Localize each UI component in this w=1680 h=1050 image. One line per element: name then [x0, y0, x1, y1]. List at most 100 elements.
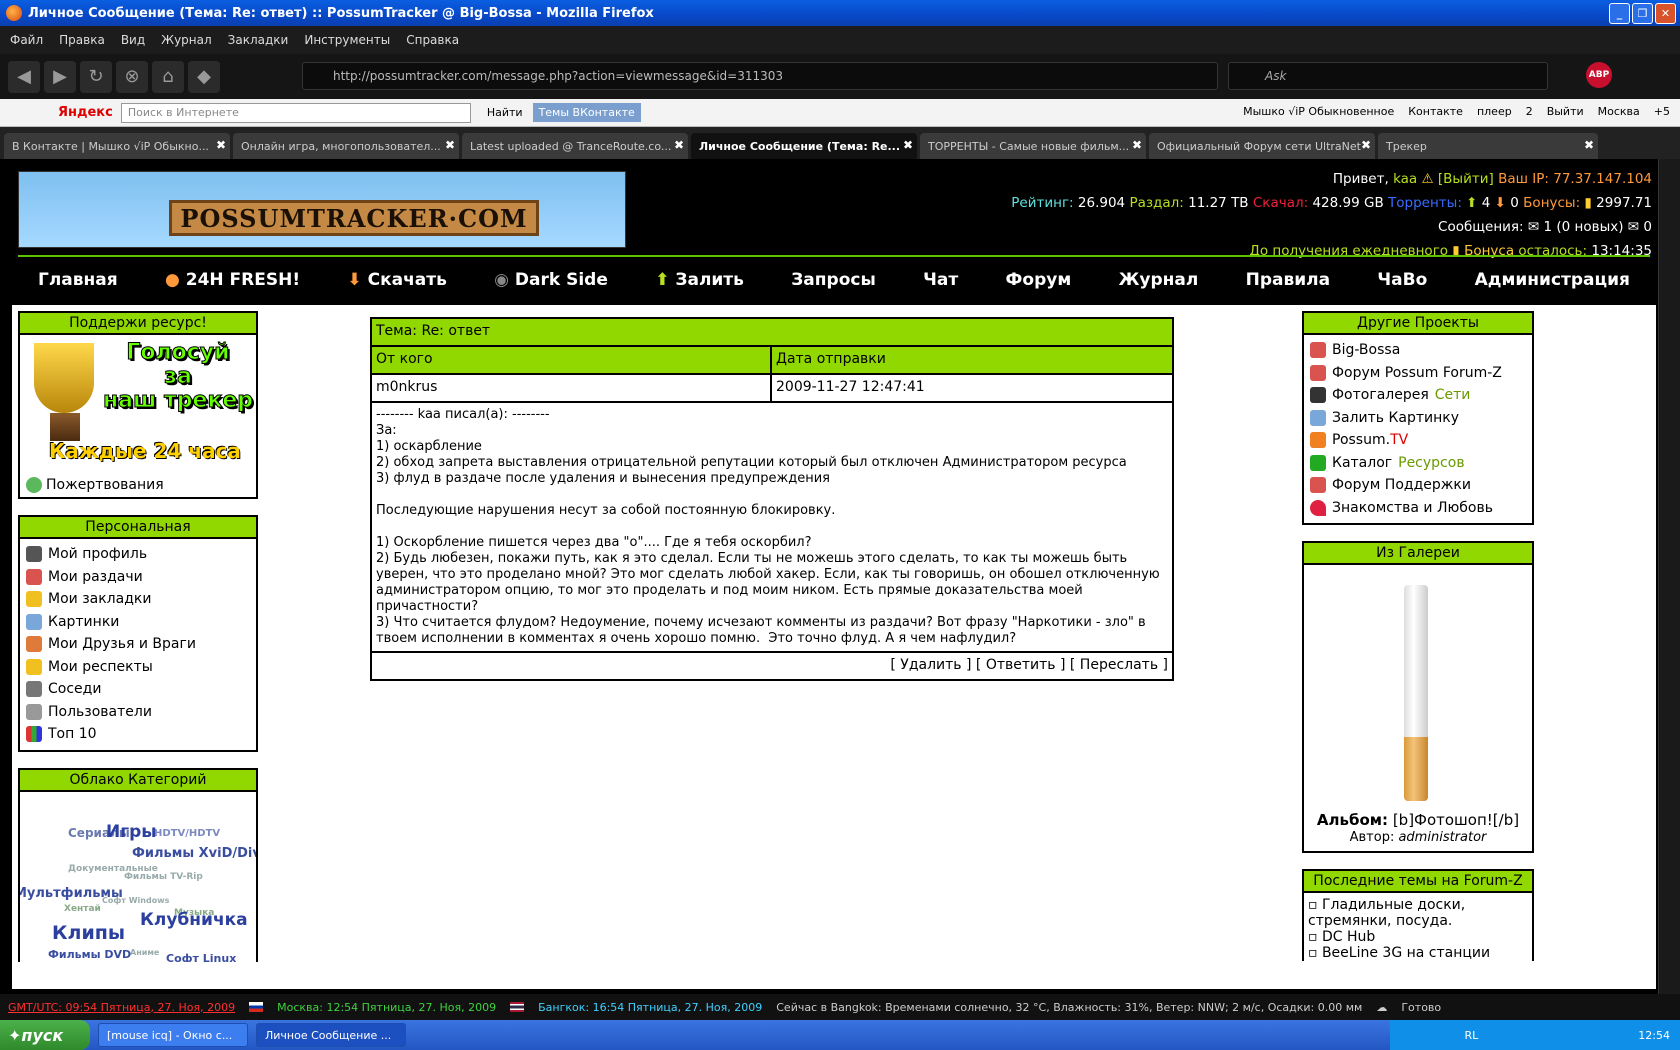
- menu-edit[interactable]: Правка: [59, 33, 105, 47]
- inbox-icon[interactable]: ✉: [1528, 219, 1539, 235]
- tab-ultranet-forum[interactable]: Официальный Форум сети UltraNet ✖: [1149, 133, 1375, 159]
- tag-dvd[interactable]: Фильмы DVD: [48, 948, 131, 961]
- menu-bookmarks[interactable]: Закладки: [228, 33, 289, 47]
- gmt-clock[interactable]: GMT/UTC: 09:54 Пятница, 27. Ноя, 2009: [8, 1001, 235, 1014]
- stop-icon[interactable]: ⊗: [116, 60, 148, 93]
- vk-user-link[interactable]: Мышко √iP Обыкновенное: [1243, 105, 1394, 118]
- close-icon[interactable]: ✖: [1132, 138, 1142, 152]
- menu-my-bookmarks[interactable]: Мои закладки: [20, 588, 256, 611]
- menu-view[interactable]: Вид: [121, 33, 145, 47]
- adblock-icon[interactable]: ABP: [1586, 62, 1612, 88]
- menu-history[interactable]: Журнал: [161, 33, 212, 47]
- language-indicator[interactable]: RL: [1465, 1029, 1479, 1042]
- username-link[interactable]: kaa: [1393, 171, 1417, 187]
- menu-requests[interactable]: Запросы: [791, 270, 876, 290]
- menu-download[interactable]: ⬇ Скачать: [347, 270, 446, 290]
- close-icon[interactable]: ✖: [674, 138, 684, 152]
- reload-icon[interactable]: ↻: [80, 60, 112, 93]
- tag-strawberry[interactable]: Клубничка: [140, 910, 248, 930]
- tag-linux[interactable]: Софт Linux: [166, 952, 236, 962]
- menu-chat[interactable]: Чат: [923, 270, 958, 290]
- page-scrollbar[interactable]: [1658, 159, 1680, 994]
- yandex-search-input[interactable]: Поиск в Интернете: [120, 102, 471, 123]
- project-support-forum[interactable]: Форум Поддержки: [1304, 474, 1532, 497]
- tag-hentai[interactable]: Хентай: [64, 904, 101, 914]
- menu-dark-side[interactable]: ◉ Dark Side: [494, 270, 608, 290]
- minimize-button[interactable]: _: [1609, 3, 1630, 24]
- gallery-image[interactable]: Альбом: [b]Фотошоп![/b] Автор: administr…: [1304, 565, 1532, 851]
- outbox-icon[interactable]: ✉: [1628, 219, 1639, 235]
- logout-link[interactable]: [Выйти]: [1438, 171, 1494, 187]
- home-icon[interactable]: ⌂: [152, 60, 184, 93]
- bookmark-gem-icon[interactable]: ◆: [188, 60, 220, 93]
- album-name[interactable]: [b]Фотошоп![/b]: [1393, 811, 1519, 829]
- author-name[interactable]: administrator: [1398, 830, 1486, 845]
- menu-my-profile[interactable]: Мой профиль: [20, 543, 256, 566]
- taskbar-icq[interactable]: [mouse icq] - Окно с...: [98, 1023, 248, 1047]
- project-big-bossa[interactable]: Big-Bossa: [1304, 339, 1532, 362]
- close-icon[interactable]: ✖: [903, 138, 913, 152]
- inbox-count[interactable]: 1 (0 новых): [1544, 219, 1624, 235]
- outbox-count[interactable]: 0: [1643, 219, 1652, 235]
- yandex-logo[interactable]: Яндекс: [58, 105, 113, 120]
- tag-windows-software[interactable]: Софт Windows: [102, 896, 169, 905]
- forward-link[interactable]: [ Переслать ]: [1070, 657, 1168, 673]
- project-forum-z[interactable]: Форум Possum Forum-Z: [1304, 362, 1532, 385]
- close-icon[interactable]: ✖: [445, 138, 455, 152]
- menu-log[interactable]: Журнал: [1119, 270, 1199, 290]
- tab-tracker[interactable]: Трекер ✖: [1378, 133, 1598, 159]
- menu-faq[interactable]: ЧаВо: [1377, 270, 1427, 290]
- sender-name[interactable]: m0nkrus: [372, 375, 772, 401]
- menu-administration[interactable]: Администрация: [1475, 270, 1630, 290]
- back-arrow-icon[interactable]: ◀: [8, 60, 40, 93]
- yandex-find-button[interactable]: Найти: [487, 106, 523, 119]
- forum-topic[interactable]: ▫ BeeLine 3G на станции: [1304, 945, 1532, 961]
- tag-tvrip[interactable]: Фильмы TV-Rip: [124, 872, 203, 882]
- menu-my-torrents[interactable]: Мои раздачи: [20, 566, 256, 589]
- tag-games[interactable]: Игры: [106, 822, 157, 842]
- forum-topic[interactable]: ▫ DC Hub: [1304, 929, 1532, 945]
- start-button[interactable]: ✦ пуск: [0, 1020, 90, 1050]
- forum-topic[interactable]: ▫ Гладильные доски, стремянки, посуда.: [1304, 897, 1532, 929]
- tag-anime[interactable]: Аниме: [130, 948, 159, 957]
- url-bar[interactable]: http://possumtracker.com/message.php?act…: [302, 62, 1218, 90]
- close-icon[interactable]: ✖: [1584, 138, 1594, 152]
- menu-tools[interactable]: Инструменты: [304, 33, 390, 47]
- menu-pictures[interactable]: Картинки: [20, 611, 256, 634]
- logout-link[interactable]: Выйти: [1547, 105, 1584, 118]
- donate-link[interactable]: Пожертвования: [20, 475, 256, 497]
- menu-24h-fresh[interactable]: ● 24H FRESH!: [165, 270, 300, 290]
- menu-upload[interactable]: ⬆ Залить: [655, 270, 744, 290]
- close-icon[interactable]: ✖: [1361, 138, 1371, 152]
- tab-torrents[interactable]: ТОРРЕНТЫ - Самые новые фильм... ✖: [920, 133, 1146, 159]
- project-dating[interactable]: Знакомства и Любовь: [1304, 497, 1532, 520]
- tag-hdtv[interactable]: HDTV/HDTV: [154, 828, 220, 839]
- menu-top10[interactable]: Топ 10: [20, 723, 256, 746]
- vk-contact-link[interactable]: Контакте: [1408, 105, 1463, 118]
- close-button[interactable]: ✕: [1655, 3, 1676, 24]
- project-possum-tv[interactable]: Possum.TV: [1304, 429, 1532, 452]
- reply-link[interactable]: [ Ответить ]: [976, 657, 1066, 673]
- menu-friends-enemies[interactable]: Мои Друзья и Враги: [20, 633, 256, 656]
- tab-tranceroute[interactable]: Latest uploaded @ TranceRoute.co... ✖: [462, 133, 688, 159]
- player-link[interactable]: плеер: [1477, 105, 1512, 118]
- vote-banner[interactable]: Голосуй за наш трекер Каждые 24 часа: [20, 335, 256, 475]
- maximize-button[interactable]: ❐: [1632, 3, 1653, 24]
- tab-private-message[interactable]: Личное Сообщение (Тема: Re... ✖: [691, 133, 917, 159]
- menu-my-respects[interactable]: Мои респекты: [20, 656, 256, 679]
- search-box[interactable]: Ask: [1228, 62, 1548, 90]
- tag-xvid[interactable]: Фильмы XviD/DivX: [132, 846, 256, 861]
- vk-themes-button[interactable]: Темы ВКонтакте: [532, 103, 641, 122]
- delete-link[interactable]: [ Удалить ]: [890, 657, 971, 673]
- project-upload-picture[interactable]: Залить Картинку: [1304, 407, 1532, 430]
- tab-vkontakte[interactable]: В Контакте | Мышко √iP Обыкно... ✖: [4, 133, 230, 159]
- menu-rules[interactable]: Правила: [1246, 270, 1330, 290]
- project-catalog[interactable]: Каталог Ресурсов: [1304, 452, 1532, 475]
- taskbar-firefox[interactable]: Личное Сообщение ...: [256, 1023, 406, 1047]
- menu-home[interactable]: Главная: [38, 270, 118, 290]
- tag-clips[interactable]: Клипы: [52, 922, 125, 944]
- close-icon[interactable]: ✖: [216, 138, 226, 152]
- menu-help[interactable]: Справка: [406, 33, 459, 47]
- menu-forum[interactable]: Форум: [1006, 270, 1072, 290]
- city-weather[interactable]: Москва: [1598, 105, 1640, 118]
